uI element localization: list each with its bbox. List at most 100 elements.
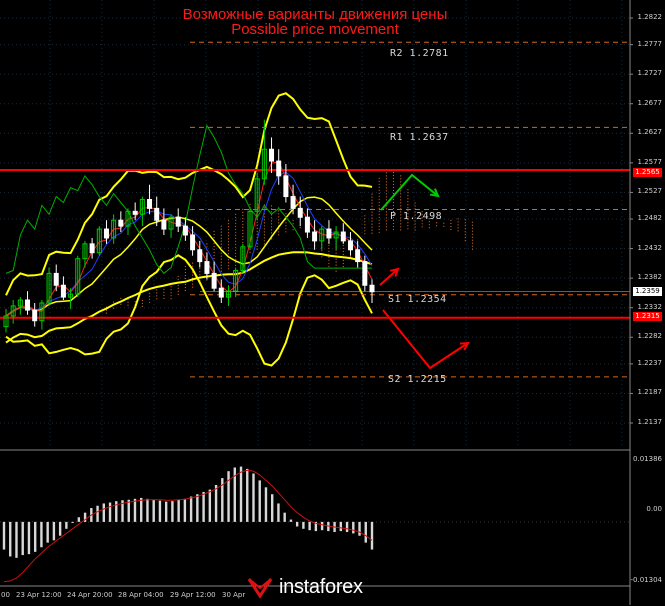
histogram-bar [239, 466, 243, 522]
histogram-bar [308, 521, 311, 531]
cloud-dot [407, 207, 409, 209]
histogram-bar [71, 521, 74, 523]
cloud-dot [457, 221, 459, 223]
cloud-dot [321, 250, 323, 252]
cloud-dot [328, 250, 330, 252]
cloud-dot [364, 215, 366, 217]
candle-body [60, 284, 66, 298]
histogram-bar [252, 473, 255, 522]
cloud-dot [127, 304, 129, 306]
cloud-dot [213, 248, 215, 251]
histogram-bar [164, 501, 168, 522]
cloud-dot [400, 223, 402, 225]
candle-body [326, 228, 332, 239]
cloud-dot [213, 233, 215, 236]
cloud-dot [378, 231, 380, 233]
cloud-dot [220, 264, 222, 266]
cloud-dot [249, 203, 251, 205]
cloud-dot [220, 240, 222, 242]
level-s1-label: S1 1.2354 [388, 294, 447, 305]
cloud-dot [421, 226, 423, 228]
histogram-bar [108, 502, 112, 522]
cloud-dot [105, 312, 108, 314]
histogram-bar [96, 505, 99, 522]
cloud-dot [213, 251, 215, 254]
cloud-dot [113, 307, 115, 309]
cloud-dot [464, 234, 466, 236]
cloud-dot [385, 199, 387, 201]
cloud-dot [464, 219, 466, 221]
cloud-dot [242, 217, 244, 219]
cloud-dot [170, 289, 172, 291]
cloud-dot [220, 237, 222, 239]
cloud-dot [421, 223, 423, 225]
cloud-dot [471, 239, 474, 241]
cloud-dot [436, 222, 438, 224]
cloud-dot [378, 198, 380, 200]
cloud-dot [163, 297, 165, 299]
cloud-dot [400, 178, 402, 180]
histogram-bar [302, 521, 305, 529]
candle-body [118, 219, 124, 227]
cloud-dot [213, 245, 215, 248]
price-axis-label: 1.2282 [637, 332, 663, 341]
cloud-dot [242, 223, 244, 225]
cloud-dot [199, 271, 201, 273]
cloud-dot [235, 228, 237, 230]
cloud-dot [464, 240, 466, 242]
cloud-dot [292, 229, 294, 231]
price-tag-current: 1.2359 [633, 287, 662, 296]
cloud-dot [392, 177, 395, 180]
price-tag-upper: 1.2565 [633, 168, 662, 177]
cloud-dot [385, 217, 387, 219]
cloud-dot [235, 252, 237, 254]
cloud-dot [471, 224, 474, 226]
cloud-dot [256, 224, 258, 226]
cloud-dot [220, 267, 222, 269]
cloud-dot [242, 220, 244, 222]
histogram-bar [9, 521, 12, 557]
cloud-dot [156, 295, 158, 297]
cloud-dot [242, 238, 244, 240]
cloud-dot [227, 232, 230, 234]
cloud-dot [213, 236, 215, 239]
cloud-dot [342, 247, 344, 250]
cloud-dot [471, 248, 474, 250]
cloud-dot [378, 228, 380, 230]
cloud-dot [170, 286, 172, 288]
cloud-dot [392, 198, 395, 201]
cloud-dot [328, 259, 330, 261]
cloud-dot [328, 256, 330, 258]
cloud-dot [471, 233, 474, 235]
cloud-dot [263, 243, 265, 245]
cloud-dot [220, 231, 222, 233]
cloud-dot [342, 265, 344, 268]
cloud-dot [471, 230, 474, 232]
cloud-dot [177, 287, 179, 289]
histogram-bar [127, 499, 130, 522]
cloud-dot [364, 233, 366, 235]
cloud-dot [220, 270, 222, 272]
price-tag-lower: 1.2315 [633, 312, 662, 321]
cloud-dot [464, 222, 466, 224]
candle-body [369, 284, 375, 293]
cloud-dot [263, 228, 265, 230]
cloud-dot [213, 254, 215, 257]
cloud-dot [371, 211, 373, 213]
cloud-dot [134, 301, 136, 303]
cloud-dot [285, 225, 287, 227]
histogram-bar [196, 494, 199, 522]
cloud-dot [113, 301, 115, 303]
cloud-dot [335, 252, 337, 254]
cloud-dot [220, 228, 222, 230]
candle-body [204, 261, 210, 274]
cloud-dot [378, 219, 380, 221]
cloud-dot [457, 227, 459, 229]
cloud-dot [184, 268, 186, 271]
cloud-dot [392, 228, 395, 231]
cloud-dot [385, 229, 387, 231]
cloud-dot [141, 299, 143, 301]
price-chart [0, 0, 665, 605]
candle-body [362, 261, 368, 286]
cloud-dot [385, 172, 387, 174]
